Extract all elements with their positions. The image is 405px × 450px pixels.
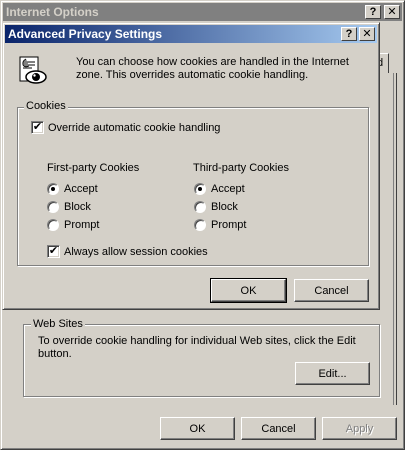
- options-ok-button[interactable]: OK: [160, 417, 235, 440]
- third-party-prompt-radio[interactable]: [194, 219, 206, 231]
- override-checkbox-label: Override automatic cookie handling: [48, 122, 221, 134]
- session-cookies-checkbox[interactable]: ✔: [47, 245, 60, 258]
- dialog-help-button[interactable]: ?: [341, 27, 357, 41]
- override-checkbox[interactable]: ✔: [31, 121, 44, 134]
- first-party-accept-radio[interactable]: [47, 183, 59, 195]
- third-party-block-radio[interactable]: [194, 201, 206, 213]
- first-party-prompt-radio[interactable]: [47, 219, 59, 231]
- internet-options-title: Internet Options: [6, 5, 99, 19]
- third-party-prompt-label: Prompt: [211, 219, 247, 231]
- third-party-accept-radio[interactable]: [194, 183, 206, 195]
- edit-button[interactable]: Edit...: [295, 362, 370, 385]
- dialog-ok-button[interactable]: OK: [210, 278, 287, 303]
- first-party-block-radio[interactable]: [47, 201, 59, 213]
- first-party-header: First-party Cookies: [47, 162, 140, 174]
- options-cancel-button[interactable]: Cancel: [241, 417, 316, 440]
- third-party-block-label: Block: [211, 201, 238, 213]
- first-party-accept-label: Accept: [64, 183, 98, 195]
- web-sites-group-label: Web Sites: [31, 318, 85, 330]
- third-party-accept-label: Accept: [211, 183, 245, 195]
- first-party-prompt-label: Prompt: [64, 219, 100, 231]
- session-cookies-label: Always allow session cookies: [64, 246, 208, 258]
- dialog-cancel-button[interactable]: Cancel: [294, 279, 369, 302]
- internet-options-titlebar: Internet Options: [3, 3, 402, 21]
- web-sites-description: To override cookie handling for individu…: [38, 335, 356, 360]
- cookies-group-label: Cookies: [24, 100, 68, 112]
- privacy-eye-icon: [19, 56, 47, 84]
- help-button[interactable]: ?: [365, 5, 381, 19]
- close-button[interactable]: ✕: [384, 5, 400, 19]
- tab-page-border: [393, 73, 397, 405]
- options-apply-button: Apply: [322, 417, 397, 440]
- dialog-title: Advanced Privacy Settings: [8, 27, 163, 41]
- first-party-block-label: Block: [64, 201, 91, 213]
- advanced-privacy-settings-dialog: Advanced Privacy Settings ? ✕ You can ch…: [2, 22, 380, 310]
- third-party-header: Third-party Cookies: [193, 162, 289, 174]
- dialog-close-button[interactable]: ✕: [359, 27, 375, 41]
- dialog-titlebar: Advanced Privacy Settings: [5, 25, 377, 43]
- dialog-description: You can choose how cookies are handled i…: [76, 56, 349, 81]
